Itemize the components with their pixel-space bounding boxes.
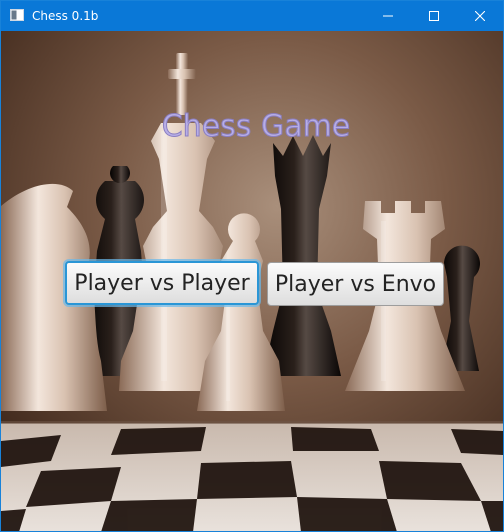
game-title: Chess Game bbox=[161, 109, 351, 145]
title-bar[interactable]: Chess 0.1b bbox=[1, 1, 503, 31]
app-window: Chess 0.1b Chess Game Player vs Player P… bbox=[0, 0, 504, 532]
minimize-icon bbox=[383, 15, 393, 17]
app-icon bbox=[10, 9, 24, 21]
window-title: Chess 0.1b bbox=[32, 9, 99, 23]
close-button[interactable] bbox=[457, 1, 503, 31]
main-content: Chess Game Player vs Player Player vs En… bbox=[1, 31, 503, 531]
maximize-button[interactable] bbox=[411, 1, 457, 31]
player-vs-player-button[interactable]: Player vs Player bbox=[65, 261, 259, 305]
minimize-button[interactable] bbox=[365, 1, 411, 31]
maximize-icon bbox=[429, 11, 439, 21]
player-vs-envo-button[interactable]: Player vs Envo bbox=[267, 262, 444, 306]
close-icon bbox=[475, 11, 485, 21]
